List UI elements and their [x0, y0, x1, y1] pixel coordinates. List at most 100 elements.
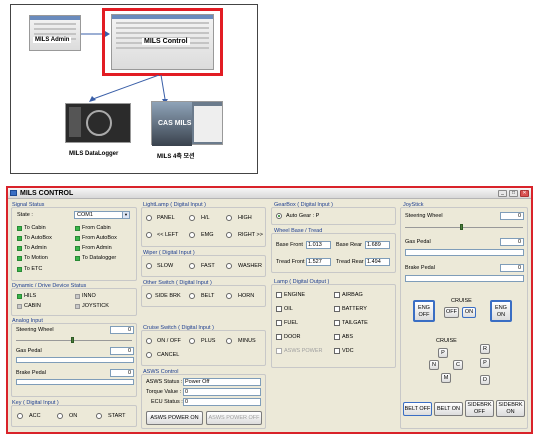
gear-c-button[interactable]: C — [453, 360, 463, 370]
cruise-on-button[interactable]: ON — [462, 307, 476, 318]
maximize-button[interactable]: □ — [509, 190, 518, 197]
lamp-airbag-checkbox[interactable] — [334, 292, 340, 298]
lamp-vdc-checkbox[interactable] — [334, 348, 340, 354]
wiper-slow-radio[interactable] — [146, 263, 152, 269]
lamp-oil-checkbox[interactable] — [276, 306, 282, 312]
status-led-icon — [75, 226, 80, 231]
status-led-icon — [17, 304, 22, 309]
joy-steering-track[interactable] — [405, 227, 523, 228]
state-select[interactable]: COM1 ▼ — [74, 211, 130, 219]
tread-front-label: Tread Front — [276, 259, 305, 265]
signal-to-cabin: To Cabin — [24, 225, 46, 231]
belt-on-button[interactable]: BELT ON — [434, 402, 463, 416]
cruise-cancel-label: CANCEL — [157, 352, 180, 358]
architecture-diagram: MILS Admin MILS Control MILS DataLogger … — [10, 4, 258, 174]
gear-r-button[interactable]: R — [480, 344, 490, 354]
lamp-high-radio[interactable] — [226, 215, 232, 221]
lamp-asws-power-checkbox[interactable] — [276, 348, 282, 354]
auto-gear-radio[interactable] — [276, 213, 282, 219]
lamp-engine-checkbox[interactable] — [276, 292, 282, 298]
wiper-slow-label: SLOW — [157, 263, 174, 269]
gear-p-button[interactable]: P — [438, 348, 448, 358]
gear-p2-button[interactable]: P — [480, 358, 490, 368]
steering-slider-track[interactable] — [16, 340, 132, 341]
cruise-label: CRUISE — [451, 298, 472, 304]
lamp-hl-radio[interactable] — [189, 215, 195, 221]
sidebrk-on-button[interactable]: SIDEBRK ON — [496, 400, 525, 417]
lamp-door-checkbox[interactable] — [276, 334, 282, 340]
eng-off-label: ENG OFF — [418, 305, 430, 318]
key-acc-label: ACC — [29, 413, 41, 419]
mils-datalogger-thumbnail — [65, 103, 131, 143]
gear-n-button[interactable]: N — [429, 360, 439, 370]
side-brk-label: SIDE BRK — [155, 293, 181, 299]
cruise-off-button[interactable]: OFF — [444, 307, 459, 318]
joy-gas-label: Gas Pedal — [405, 239, 431, 245]
lamp-battery-checkbox[interactable] — [334, 306, 340, 312]
device-cabin: CABIN — [24, 303, 41, 309]
status-led-icon — [75, 256, 80, 261]
mils-admin-label: MILS Admin — [33, 37, 72, 43]
status-led-icon — [75, 236, 80, 241]
mils-control-window: MILS CONTROL _ □ ✕ Signal Status State :… — [6, 186, 533, 434]
wiper-fast-radio[interactable] — [189, 263, 195, 269]
cas-logo-text: CAS MILS — [158, 120, 192, 127]
tread-rear-label: Tread Rear — [336, 259, 364, 265]
gas-pedal-value: 0 — [110, 347, 134, 355]
gas-pedal-progress — [16, 357, 134, 363]
state-value: COM1 — [77, 212, 93, 218]
asws-status-value: Power Off — [183, 378, 261, 386]
key-start-radio[interactable] — [96, 413, 102, 419]
eng-off-button[interactable]: ENG OFF — [413, 300, 435, 322]
lamp-abs-label: ABS — [342, 334, 354, 340]
lamp-right-radio[interactable] — [226, 232, 232, 238]
joy-gas-progress — [405, 249, 524, 256]
close-button[interactable]: ✕ — [520, 190, 529, 197]
joy-steering-label: Steering Wheel — [405, 213, 443, 219]
lamp-fuel-checkbox[interactable] — [276, 320, 282, 326]
wiper-washer-radio[interactable] — [226, 263, 232, 269]
chevron-down-icon[interactable]: ▼ — [122, 212, 129, 218]
mils-motion-thumbnail: CAS MILS — [151, 101, 223, 146]
gear-m-button[interactable]: M — [441, 373, 451, 383]
eng-on-button[interactable]: ENG ON — [490, 300, 512, 322]
belt-radio[interactable] — [189, 293, 195, 299]
joy-brake-progress — [405, 275, 524, 282]
lamp-emg-radio[interactable] — [189, 232, 195, 238]
asws-power-off-button[interactable]: ASWS POWER OFF — [206, 411, 262, 425]
cruise-onoff-radio[interactable] — [146, 338, 152, 344]
status-led-icon — [17, 236, 22, 241]
lamp-emg-label: EMG — [201, 232, 214, 238]
lamp-left-radio[interactable] — [146, 232, 152, 238]
lamp-fuel-label: FUEL — [284, 320, 299, 326]
asws-status-label: ASWS Status : — [146, 379, 183, 385]
key-on-radio[interactable] — [57, 413, 63, 419]
lamp-engine-label: ENGINE — [284, 292, 306, 298]
lamp-abs-checkbox[interactable] — [334, 334, 340, 340]
auto-gear-label: Auto Gear : P — [286, 213, 320, 219]
sidebrk-off-button[interactable]: SIDEBRK OFF — [465, 400, 494, 417]
minimize-button[interactable]: _ — [498, 190, 507, 197]
status-led-icon — [17, 267, 22, 272]
lamp-battery-label: BATTERY — [342, 306, 367, 312]
steering-slider-thumb[interactable] — [71, 337, 74, 343]
key-acc-radio[interactable] — [17, 413, 23, 419]
belt-off-button[interactable]: BELT OFF — [403, 402, 432, 416]
lamp-panel-radio[interactable] — [146, 215, 152, 221]
gear-d-button[interactable]: D — [480, 375, 490, 385]
asws-power-on-button[interactable]: ASWS POWER ON — [146, 411, 203, 425]
lamp-tailgate-label: TAILGATE — [342, 320, 368, 326]
cruise-cancel-radio[interactable] — [146, 352, 152, 358]
lamp-tailgate-checkbox[interactable] — [334, 320, 340, 326]
lamp-panel-label: PANEL — [157, 215, 175, 221]
cruise-minus-radio[interactable] — [226, 338, 232, 344]
status-led-icon — [17, 256, 22, 261]
lamp-right-label: RIGHT >> — [238, 232, 263, 238]
key-start-label: START — [108, 413, 126, 419]
joy-steering-thumb[interactable] — [460, 224, 463, 230]
cruise-plus-radio[interactable] — [189, 338, 195, 344]
steering-wheel-label: Steering Wheel — [16, 327, 54, 333]
side-brk-radio[interactable] — [146, 293, 152, 299]
horn-radio[interactable] — [226, 293, 232, 299]
lamp-left-label: << LEFT — [157, 232, 179, 238]
